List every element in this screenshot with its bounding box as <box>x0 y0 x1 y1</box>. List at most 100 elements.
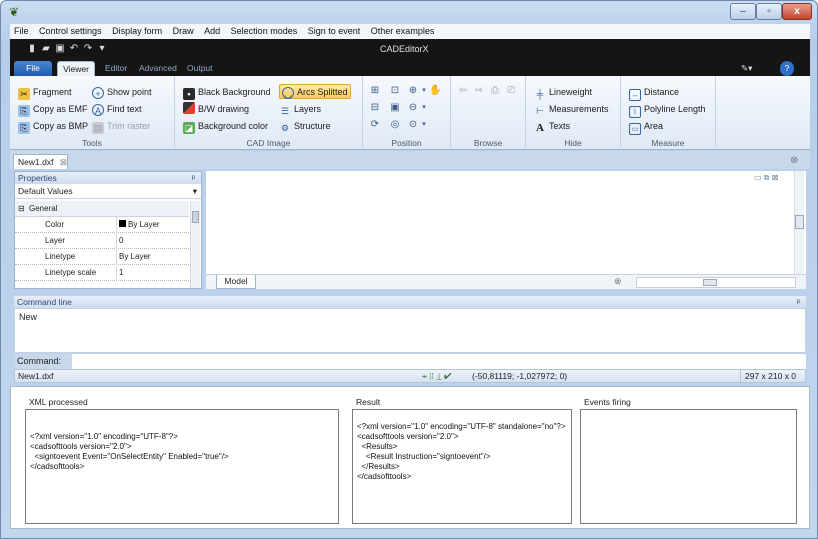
close-tab-icon[interactable]: ⊠ <box>60 157 67 167</box>
layers-icon: ☰ <box>280 106 290 116</box>
tab-new1-dxf[interactable]: New1.dxf ⊠ <box>13 154 68 169</box>
arcs-splitted-button[interactable]: ◡ Arcs Splitted <box>279 84 351 99</box>
property-row[interactable]: Linetype scale 1 <box>15 265 189 281</box>
trim-raster-button[interactable]: ▤ Trim raster <box>92 119 150 134</box>
browse-page-icon[interactable]: ⎙ <box>489 85 501 97</box>
menu-add[interactable]: Add <box>200 24 224 39</box>
color-swatch <box>119 220 126 227</box>
snap-icons[interactable]: ⌖ ⁞⁞ ⊥ ✔ <box>422 370 451 382</box>
tab-advanced[interactable]: Advanced <box>134 61 182 76</box>
menu-other-examples[interactable]: Other examples <box>367 24 439 39</box>
group-tools: ✂ Fragment + Show point ⎘ Copy as EMF A Find… <box>10 76 175 150</box>
find-text-button[interactable]: A Find text <box>92 102 142 117</box>
measurements-button[interactable]: ⊢ Measurements <box>534 102 608 117</box>
bw-drawing-button[interactable]: B/W drawing <box>183 102 249 117</box>
group-label-browse: Browse <box>473 138 503 148</box>
vscroll-thumb[interactable] <box>795 215 804 229</box>
lineweight-button[interactable]: ╪ Lineweight <box>534 85 592 100</box>
menu-bar: File Control settings Display form Draw … <box>10 24 810 39</box>
background-color-button[interactable]: ◪ Background color <box>183 119 268 134</box>
distance-icon: ↔ <box>629 89 641 101</box>
tab-viewer[interactable]: Viewer <box>57 61 95 76</box>
copy-as-bmp-button[interactable]: ⎘ Copy as BMP <box>18 119 88 134</box>
undo-icon[interactable]: ↶ <box>68 42 80 55</box>
zoom-prev-dropdown-icon[interactable]: ▾ <box>418 119 430 131</box>
group-label-cad-image: CAD Image <box>246 138 291 148</box>
pin-icon[interactable]: ᵖ <box>192 172 195 184</box>
tab-output[interactable]: Output <box>182 61 218 76</box>
collapse-icon[interactable]: ⊟ <box>18 201 25 217</box>
customize-qat-icon[interactable]: ▾ <box>96 42 108 55</box>
pan-icon[interactable]: ✋ <box>429 85 441 97</box>
tab-model[interactable]: Model <box>216 275 256 289</box>
group-label-position: Position <box>391 138 422 148</box>
show-point-button[interactable]: + Show point <box>92 85 152 100</box>
menu-display-form[interactable]: Display form <box>108 24 166 39</box>
close-button[interactable]: x <box>782 3 812 20</box>
chevron-down-icon: ▾ <box>192 186 197 196</box>
pin-icon[interactable]: ᵖ <box>797 296 800 308</box>
title-bar[interactable]: ❦ – ▫ x <box>1 1 817 23</box>
property-row[interactable]: Layer 0 <box>15 233 189 249</box>
save-icon[interactable]: ▣ <box>54 42 66 55</box>
tab-file[interactable]: File <box>14 61 52 76</box>
copy-as-emf-button[interactable]: ⎘ Copy as EMF <box>18 102 88 117</box>
forward-icon[interactable]: ⇨ <box>473 85 485 97</box>
property-row[interactable]: Color By Layer <box>15 217 189 233</box>
texts-button[interactable]: A Texts <box>534 119 570 134</box>
maximize-button[interactable]: ▫ <box>756 3 782 20</box>
scroll-thumb[interactable] <box>192 211 199 223</box>
group-general[interactable]: ⊟ General <box>15 201 189 217</box>
menu-selection-modes[interactable]: Selection modes <box>227 24 302 39</box>
properties-scrollbar[interactable] <box>190 201 200 288</box>
status-coordinates: (-50,81119; -1,027972; 0) <box>472 371 568 381</box>
canvas-vscrollbar[interactable] <box>794 171 804 274</box>
new-icon[interactable]: ▮ <box>26 42 38 55</box>
rotate-icon[interactable]: ⟳ <box>369 119 381 131</box>
fragment-button[interactable]: ✂ Fragment <box>18 85 72 100</box>
command-input[interactable] <box>72 354 806 369</box>
lineweight-icon: ╪ <box>536 89 544 99</box>
polyline-length-button[interactable]: ⌇ Polyline Length <box>629 102 706 118</box>
property-grid: ⊟ General Color By Layer Layer 0 Linetype By… <box>15 201 189 281</box>
menu-sign-to-event[interactable]: Sign to event <box>304 24 365 39</box>
minimize-button[interactable]: – <box>730 3 756 20</box>
orbit-icon[interactable]: ◎ <box>389 119 401 131</box>
black-background-button[interactable]: ▪ Black Background <box>183 85 271 100</box>
property-row[interactable]: Linetype By Layer <box>15 249 189 265</box>
properties-dropdown[interactable]: Default Values ▾ <box>15 184 201 199</box>
zoom-all-icon[interactable]: ▣ <box>389 102 401 114</box>
document-tabs: New1.dxf ⊠ ⊗ <box>10 151 810 169</box>
browse-last-icon[interactable]: ⎚ <box>505 85 517 97</box>
result-box[interactable]: <?xml version="1.0" encoding="UTF-8" sta… <box>352 409 572 524</box>
command-output: New <box>14 308 806 353</box>
layout-menu-icon[interactable]: ⊗ <box>614 276 622 287</box>
style-icon[interactable]: ✎▾ <box>736 61 757 76</box>
application-window: ❦ – ▫ x File Control settings Display fo… <box>0 0 818 539</box>
layers-button[interactable]: ☰ Layers <box>279 102 321 117</box>
menu-file[interactable]: File <box>10 24 33 39</box>
fit-icon[interactable]: ⊞ <box>369 85 381 97</box>
tab-editor[interactable]: Editor <box>100 61 132 76</box>
hscroll-thumb[interactable] <box>703 279 717 286</box>
menu-control-settings[interactable]: Control settings <box>35 24 106 39</box>
events-firing-box[interactable] <box>580 409 797 524</box>
canvas-hscrollbar[interactable] <box>636 277 796 288</box>
back-icon[interactable]: ⇦ <box>457 85 469 97</box>
trim-raster-icon: ▤ <box>92 122 104 134</box>
distance-button[interactable]: ↔ Distance <box>629 85 679 101</box>
menu-draw[interactable]: Draw <box>169 24 198 39</box>
zoom-extents-icon[interactable]: ⊟ <box>369 102 381 114</box>
help-icon[interactable]: ? <box>780 61 794 76</box>
structure-button[interactable]: ⚙ Structure <box>279 119 331 134</box>
zoom-window-icon[interactable]: ⊡ <box>389 85 401 97</box>
window-controls-icon[interactable]: ▭ ⧉ ⊠ <box>754 173 778 183</box>
expand-icon[interactable]: ⊗ <box>790 155 798 166</box>
redo-icon[interactable]: ↷ <box>82 42 94 55</box>
arc-icon: ◡ <box>282 87 294 99</box>
area-button[interactable]: ▭ Area <box>629 119 663 135</box>
drawing-canvas[interactable]: ▭ ⧉ ⊠ <box>206 171 806 274</box>
open-icon[interactable]: ▰ <box>40 42 52 55</box>
zoom-out-dropdown-icon[interactable]: ▾ <box>418 102 430 114</box>
xml-processed-box[interactable]: <?xml version="1.0" encoding="UTF-8"?> <… <box>25 409 339 524</box>
